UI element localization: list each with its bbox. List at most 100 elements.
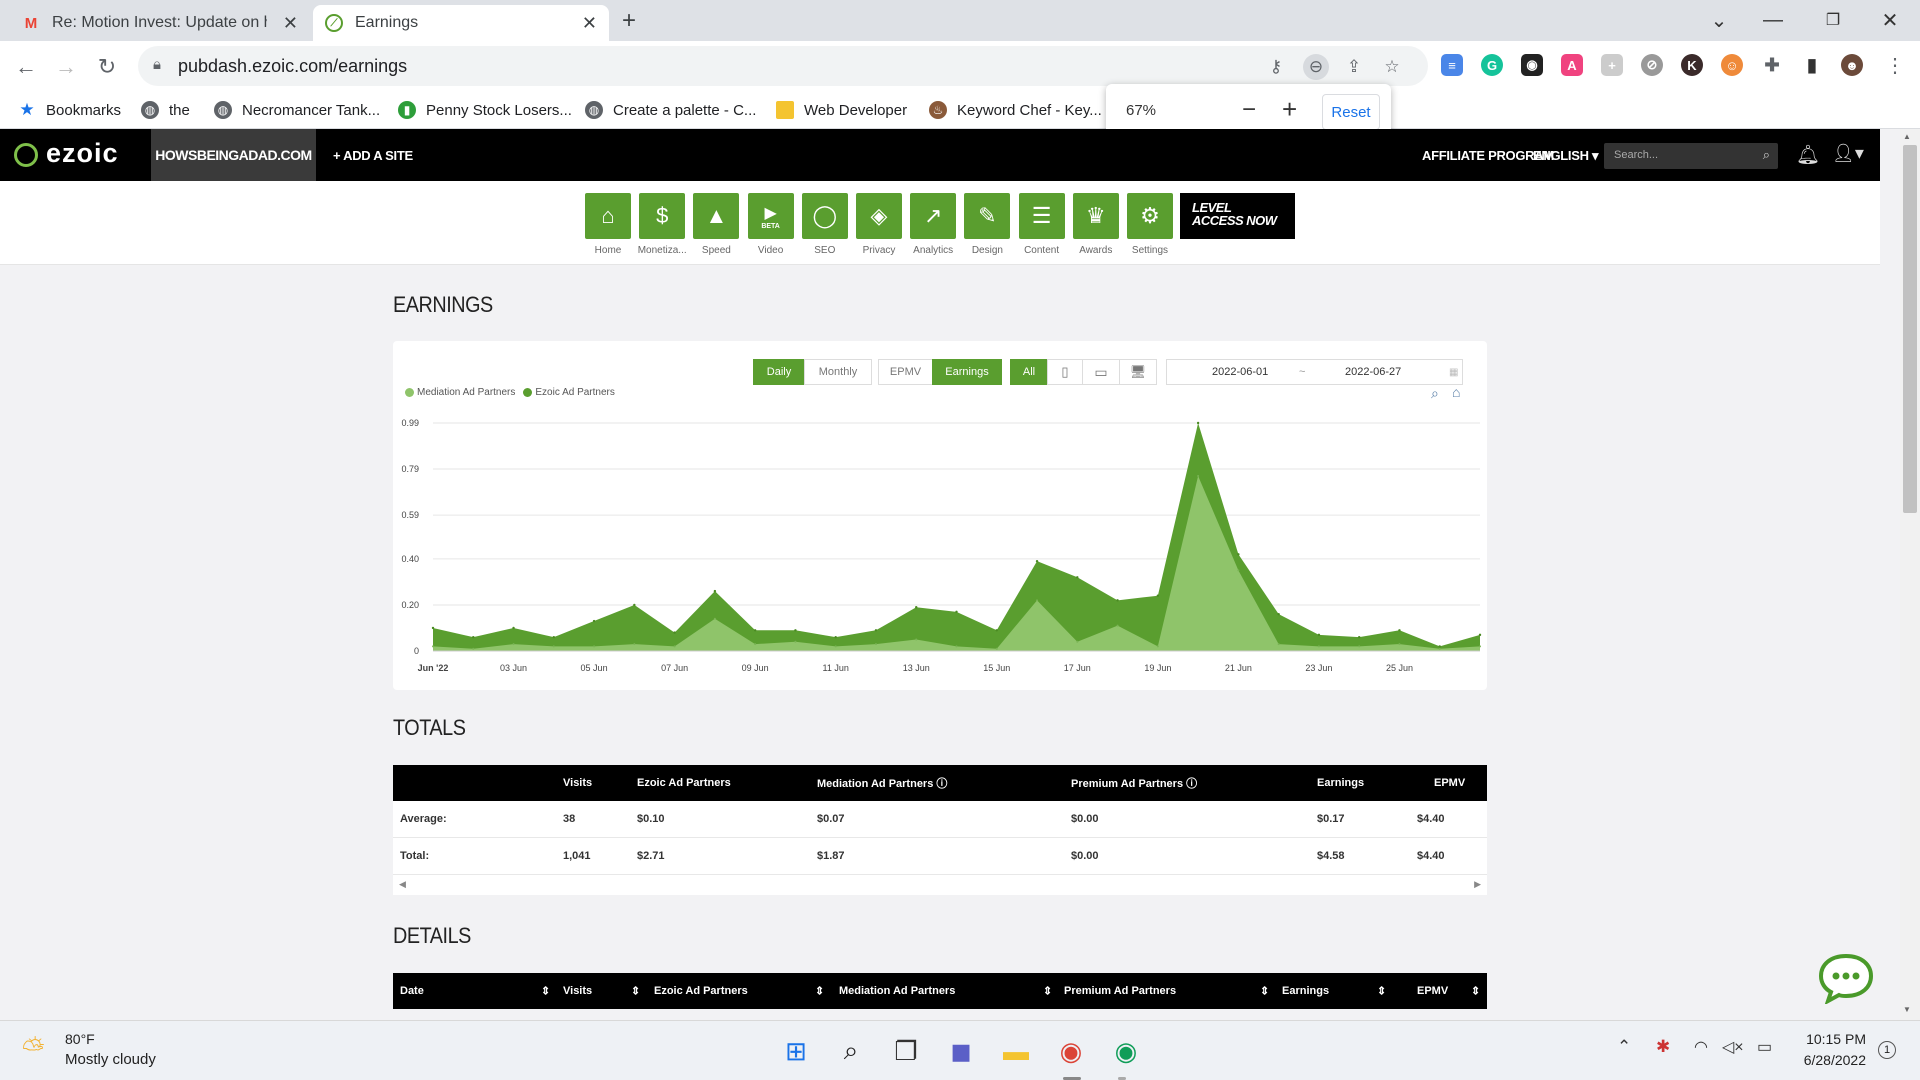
tab-gmail[interactable]: M Re: Motion Invest: Update on ho ✕ [10,5,310,41]
nav-content[interactable]: ☰ Content [1018,193,1065,256]
nav-analytics[interactable]: ↗ Analytics [910,193,957,256]
col-visits[interactable]: Visits [563,985,592,997]
nav-monetiza[interactable]: $ Monetiza... [638,193,687,256]
col-earnings[interactable]: Earnings [1282,985,1329,997]
close-icon[interactable]: ✕ [582,13,597,34]
extension-plus-icon[interactable]: + [1601,54,1623,76]
close-window-button[interactable]: ✕ [1867,0,1913,40]
wifi-icon[interactable]: ◠ [1694,1037,1708,1057]
extension-circle-icon[interactable]: ⊘ [1641,54,1663,76]
nav-seo[interactable]: ◯ SEO [801,193,848,256]
col-date[interactable]: Date [400,985,424,997]
extension-k-icon[interactable]: K [1681,54,1703,76]
notification-bell-icon[interactable]: 🔔︎ [1796,143,1820,167]
nav-design[interactable]: ✎ Design [964,193,1011,256]
help-icon[interactable]: ⓘ [936,778,947,790]
sort-icon[interactable]: ⇕ [1377,985,1386,998]
address-bar[interactable]: 🔒︎ pubdash.ezoic.com/earnings ⚷ ⊖ ⇪ ☆ [138,46,1428,86]
chat-support-icon[interactable] [1818,952,1874,1004]
scroll-down-icon[interactable]: ▼ [1903,1005,1911,1014]
file-explorer-icon[interactable]: ▬ [996,1031,1036,1071]
nav-home[interactable]: ⌂ Home [585,193,631,256]
sort-icon[interactable]: ⇕ [541,985,550,998]
sort-icon[interactable]: ⇕ [1471,985,1480,998]
sort-icon[interactable]: ⇕ [1043,985,1052,998]
tab-search-icon[interactable]: ⌄ [1696,0,1742,40]
add-site-link[interactable]: + ADD A SITE [333,148,413,163]
chrome-profile-icon[interactable]: ◉ [1106,1031,1146,1071]
page-scrollbar[interactable]: ▲ ▼ [1900,129,1920,1020]
clock-time[interactable]: 10:15 PM [1804,1031,1866,1047]
search-icon[interactable]: ⌕ [831,1031,871,1071]
earnings-area-chart[interactable]: 0 0.20 0.40 0.59 0.79 0.99 Jun '22 03 Jun 05 Jun… [393,341,1487,690]
restore-button[interactable]: ❐ [1810,0,1856,40]
search-icon[interactable]: ⌕ [1763,147,1770,163]
help-icon[interactable]: ⓘ [1186,778,1197,790]
horizontal-scrollbar[interactable]: ◀ ▶ [393,875,1487,895]
forward-icon[interactable]: → [50,51,82,83]
nav-video[interactable]: ▶ BETA Video [747,193,794,256]
menu-kebab-icon[interactable]: ⋮ [1885,53,1905,78]
user-menu-icon[interactable]: 👤︎▾ [1832,143,1864,164]
bookmark-item[interactable]: ♨ Keyword Chef - Key... [929,99,1102,121]
back-icon[interactable]: ← [10,51,42,83]
weather-temp[interactable]: 80°F [65,1031,95,1047]
bookmark-item[interactable]: ◍ Create a palette - C... [585,99,756,121]
site-selector[interactable]: HOWSBEINGADAD.COM [151,129,316,181]
sort-icon[interactable]: ⇕ [815,985,824,998]
task-view-icon[interactable]: ❐ [886,1031,926,1071]
scroll-right-icon[interactable]: ▶ [1474,879,1481,890]
ezoic-logo[interactable]: ezoic [46,138,119,169]
bookmark-item[interactable]: Web Developer [776,99,907,121]
language-selector[interactable]: ENGLISH ▾ [1533,148,1599,164]
share-icon[interactable]: ⇪ [1341,54,1367,80]
bookmark-item[interactable]: ▮ Penny Stock Losers... [398,99,572,121]
notification-count[interactable]: 1 [1878,1041,1896,1059]
scroll-left-icon[interactable]: ◀ [399,879,406,890]
tray-chevron-icon[interactable]: ⌃ [1617,1037,1631,1057]
key-icon[interactable]: ⚷ [1263,54,1289,80]
level-access-now-button[interactable]: LEVEL ACCESS NOW [1180,193,1295,239]
extension-docs-icon[interactable]: ≡ [1441,54,1463,76]
zoom-reset-button[interactable]: Reset [1322,94,1380,130]
search-box[interactable]: Search... ⌕ [1604,143,1778,169]
scroll-up-icon[interactable]: ▲ [1903,132,1911,141]
col-ezoic-ad-partners[interactable]: Ezoic Ad Partners [654,985,748,997]
zoom-icon[interactable]: ⊖ [1303,54,1329,80]
zoom-out-button[interactable]: − [1242,96,1256,124]
teams-chat-icon[interactable]: ◼ [941,1031,981,1071]
owl-extension-icon[interactable]: ◉ [1521,54,1543,76]
extensions-puzzle-icon[interactable]: ✚ [1761,54,1783,76]
close-icon[interactable]: ✕ [283,13,298,34]
bookmark-item[interactable]: ◍ Necromancer Tank... [214,99,380,121]
battery-icon[interactable]: ▭ [1757,1037,1772,1057]
col-mediation-ad-partners[interactable]: Mediation Ad Partners [839,985,955,997]
tray-app-icon[interactable]: ✱ [1656,1037,1670,1057]
new-tab-button[interactable]: + [622,7,636,35]
extension-a-icon[interactable]: A [1561,54,1583,76]
speaker-muted-icon[interactable]: ◁× [1722,1037,1744,1057]
nav-speed[interactable]: ▲ Speed [693,193,740,256]
col-premium-ad-partners[interactable]: Premium Ad Partners [1064,985,1176,997]
extension-bot-icon[interactable]: ☺ [1721,54,1743,76]
scroll-thumb[interactable] [1903,145,1917,513]
chrome-icon[interactable]: ◉ [1051,1031,1091,1071]
nav-awards[interactable]: ♛ Awards [1072,193,1119,256]
grammarly-icon[interactable]: G [1481,54,1503,76]
bookmark-item[interactable]: ★ Bookmarks [18,99,121,121]
reload-icon[interactable]: ↻ [91,51,123,83]
star-icon[interactable]: ☆ [1379,54,1405,80]
nav-settings[interactable]: ⚙ Settings [1127,193,1173,256]
clock-date[interactable]: 6/28/2022 [1792,1052,1866,1068]
tab-earnings[interactable]: ⟋ Earnings ✕ [313,5,609,41]
windows-start-icon[interactable]: ⊞ [776,1031,816,1071]
sort-icon[interactable]: ⇕ [1260,985,1269,998]
sort-icon[interactable]: ⇕ [631,985,640,998]
profile-avatar[interactable]: ☻ [1841,54,1863,76]
weather-desc[interactable]: Mostly cloudy [65,1051,156,1068]
side-panel-icon[interactable]: ▮ [1801,54,1823,76]
search-input[interactable]: Search... [1614,149,1658,161]
col-epmv[interactable]: EPMV [1417,985,1448,997]
minimize-button[interactable]: — [1750,0,1796,40]
bookmark-item[interactable]: ◍ the [141,99,190,121]
